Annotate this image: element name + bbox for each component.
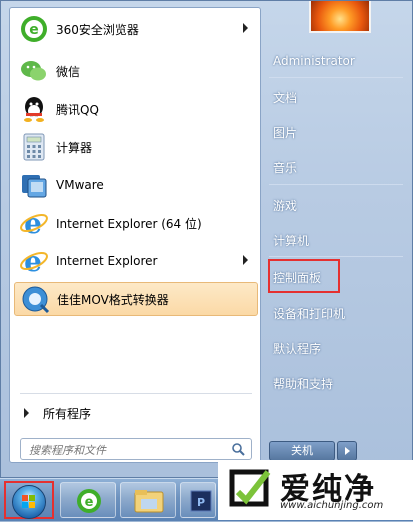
- right-item-default-programs[interactable]: 默认程序: [273, 340, 321, 362]
- all-programs-label: 所有程序: [43, 406, 92, 421]
- program-ie-64[interactable]: e Internet Explorer (64 位): [14, 206, 258, 240]
- program-360-browser[interactable]: e 360安全浏览器: [14, 12, 258, 46]
- program-label: Internet Explorer: [56, 254, 158, 268]
- svg-text:e: e: [24, 207, 42, 239]
- divider: [20, 393, 252, 394]
- control-panel-highlight-box: [268, 259, 340, 293]
- right-item-music[interactable]: 音乐: [273, 159, 297, 181]
- submenu-arrow-icon[interactable]: [243, 23, 248, 33]
- program-calculator[interactable]: 计算器: [14, 130, 258, 164]
- 360-browser-icon: e: [18, 13, 50, 45]
- divider: [269, 184, 403, 185]
- taskbar-ps[interactable]: P: [180, 482, 216, 518]
- program-wechat[interactable]: 微信: [14, 54, 258, 88]
- program-mov-converter[interactable]: 佳佳MOV格式转换器: [14, 282, 258, 316]
- watermark-logo-icon: [229, 469, 271, 507]
- ie-icon: e: [18, 207, 50, 240]
- right-item-help-support[interactable]: 帮助和支持: [273, 375, 333, 397]
- svg-text:e: e: [85, 495, 94, 510]
- program-label: 微信: [56, 64, 81, 79]
- program-label: Internet Explorer (64 位): [56, 216, 202, 231]
- file-explorer-icon: [134, 490, 164, 513]
- expand-arrow-icon: [24, 408, 29, 418]
- program-label: 佳佳MOV格式转换器: [57, 292, 169, 307]
- right-item-pictures[interactable]: 图片: [273, 124, 297, 146]
- right-item-devices-printers[interactable]: 设备和打印机: [273, 305, 345, 327]
- start-menu: e 360安全浏览器 微信 腾讯QQ 计算器 VMware e Internet…: [0, 0, 413, 478]
- programs-panel: e 360安全浏览器 微信 腾讯QQ 计算器 VMware e Internet…: [9, 7, 261, 463]
- calculator-icon: [18, 131, 50, 163]
- taskbar-file-explorer[interactable]: [120, 482, 176, 518]
- program-label: VMware: [56, 178, 104, 192]
- program-ie[interactable]: e Internet Explorer: [14, 244, 258, 278]
- vmware-icon: [18, 169, 50, 201]
- taskbar-360-browser[interactable]: e: [60, 482, 116, 518]
- all-programs-button[interactable]: 所有程序: [18, 402, 248, 424]
- shutdown-options-button[interactable]: [337, 441, 357, 461]
- program-qq[interactable]: 腾讯QQ: [14, 92, 258, 126]
- submenu-arrow-icon[interactable]: [243, 255, 248, 265]
- svg-text:P: P: [197, 496, 205, 509]
- qq-icon: [18, 93, 50, 125]
- chevron-right-icon: [345, 447, 350, 455]
- shutdown-button[interactable]: 关机: [269, 441, 335, 461]
- watermark-url: www.aichunjing.com: [280, 500, 384, 511]
- ie-icon: e: [18, 245, 50, 278]
- program-label: 计算器: [56, 140, 93, 155]
- right-item-administrator[interactable]: Administrator: [273, 54, 355, 76]
- watermark: 爱纯净 www.aichunjing.com: [218, 460, 413, 520]
- search-icon[interactable]: [231, 442, 245, 456]
- right-item-games[interactable]: 游戏: [273, 197, 297, 219]
- program-label: 360安全浏览器: [56, 22, 139, 37]
- svg-text:e: e: [24, 245, 42, 277]
- search-input[interactable]: [27, 440, 226, 460]
- wechat-icon: [18, 55, 50, 87]
- program-label: 腾讯QQ: [56, 102, 99, 117]
- mov-converter-icon: [19, 283, 51, 315]
- windows-logo-icon: [12, 485, 46, 519]
- divider: [269, 77, 403, 78]
- svg-text:e: e: [29, 22, 39, 38]
- right-item-computer[interactable]: 计算机: [273, 232, 309, 254]
- right-item-documents[interactable]: 文档: [273, 89, 297, 111]
- user-avatar[interactable]: [309, 1, 371, 33]
- program-vmware[interactable]: VMware: [14, 168, 258, 202]
- start-button[interactable]: [4, 481, 54, 519]
- 360-browser-icon: e: [77, 489, 101, 513]
- ps-icon: P: [190, 490, 212, 512]
- divider: [269, 256, 403, 257]
- search-box[interactable]: [20, 438, 252, 460]
